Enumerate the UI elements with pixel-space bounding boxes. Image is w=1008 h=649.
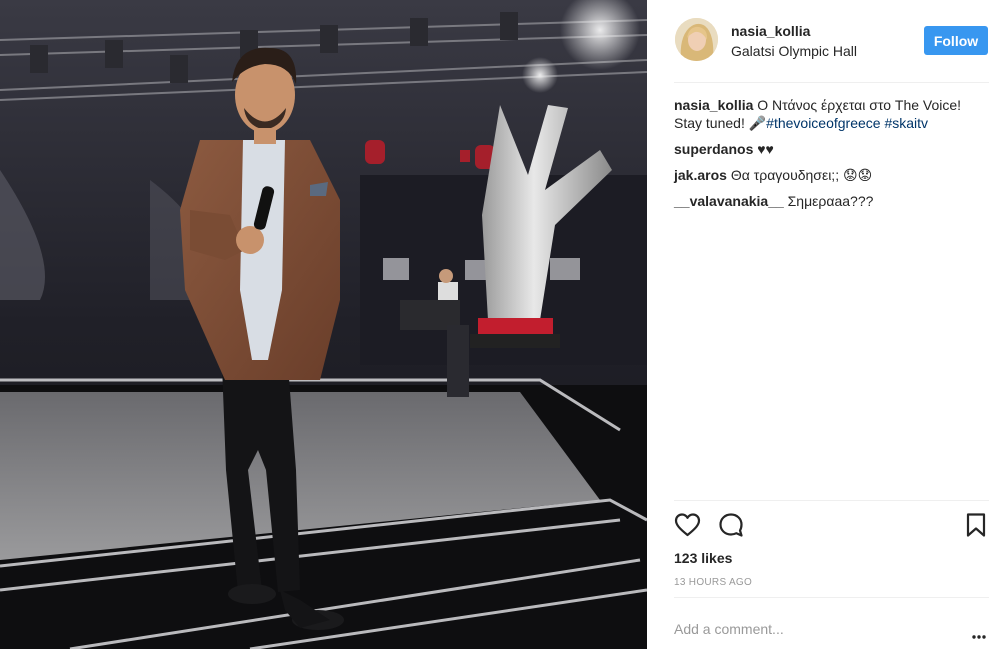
comment-username[interactable]: __valavanakia__ bbox=[674, 193, 784, 209]
comment-divider bbox=[674, 597, 989, 598]
comment-username[interactable]: superdanos bbox=[674, 141, 753, 157]
like-count[interactable]: 123 likes bbox=[674, 550, 732, 566]
header-divider bbox=[674, 82, 989, 83]
comment-username[interactable]: jak.aros bbox=[674, 167, 727, 183]
post-header: nasia_kollia Galatsi Olympic Hall Follow bbox=[647, 0, 991, 82]
avatar[interactable] bbox=[675, 18, 718, 61]
actions-divider bbox=[674, 500, 989, 501]
hashtag-link[interactable]: #skaitv bbox=[884, 115, 928, 131]
comment-text: Σημεραaa??? bbox=[783, 193, 874, 209]
comment-list: nasia_kollia Ο Ντάνος έρχεται στο The Vo… bbox=[674, 96, 992, 218]
list-item: __valavanakia__ Σημεραaa??? bbox=[674, 192, 992, 210]
hashtag-link[interactable]: #thevoiceofgreece bbox=[766, 115, 880, 131]
post-location[interactable]: Galatsi Olympic Hall bbox=[731, 43, 857, 59]
avatar-image bbox=[675, 18, 718, 61]
comment-username[interactable]: nasia_kollia bbox=[674, 97, 753, 113]
comment-bubble-icon[interactable] bbox=[718, 512, 744, 543]
more-dots-icon[interactable] bbox=[972, 626, 986, 644]
post-sidebar: nasia_kollia Galatsi Olympic Hall Follow… bbox=[647, 0, 1008, 649]
bookmark-icon[interactable] bbox=[965, 512, 987, 543]
caption-comment: nasia_kollia Ο Ντάνος έρχεται στο The Vo… bbox=[674, 96, 992, 132]
comment-text: Θα τραγουδησει;; 😟😟 bbox=[726, 167, 873, 183]
action-bar bbox=[674, 512, 992, 540]
list-item: jak.aros Θα τραγουδησει;; 😟😟 bbox=[674, 166, 992, 184]
post-photo[interactable] bbox=[0, 0, 647, 649]
comment-text: ♥♥ bbox=[753, 141, 774, 157]
heart-icon[interactable] bbox=[674, 512, 701, 543]
post-timestamp[interactable]: 13 HOURS AGO bbox=[674, 577, 752, 588]
author-username[interactable]: nasia_kollia bbox=[731, 23, 810, 39]
follow-button[interactable]: Follow bbox=[924, 26, 988, 55]
stage-photo-image bbox=[0, 0, 647, 649]
list-item: superdanos ♥♥ bbox=[674, 140, 992, 158]
add-comment-input[interactable] bbox=[674, 618, 954, 640]
